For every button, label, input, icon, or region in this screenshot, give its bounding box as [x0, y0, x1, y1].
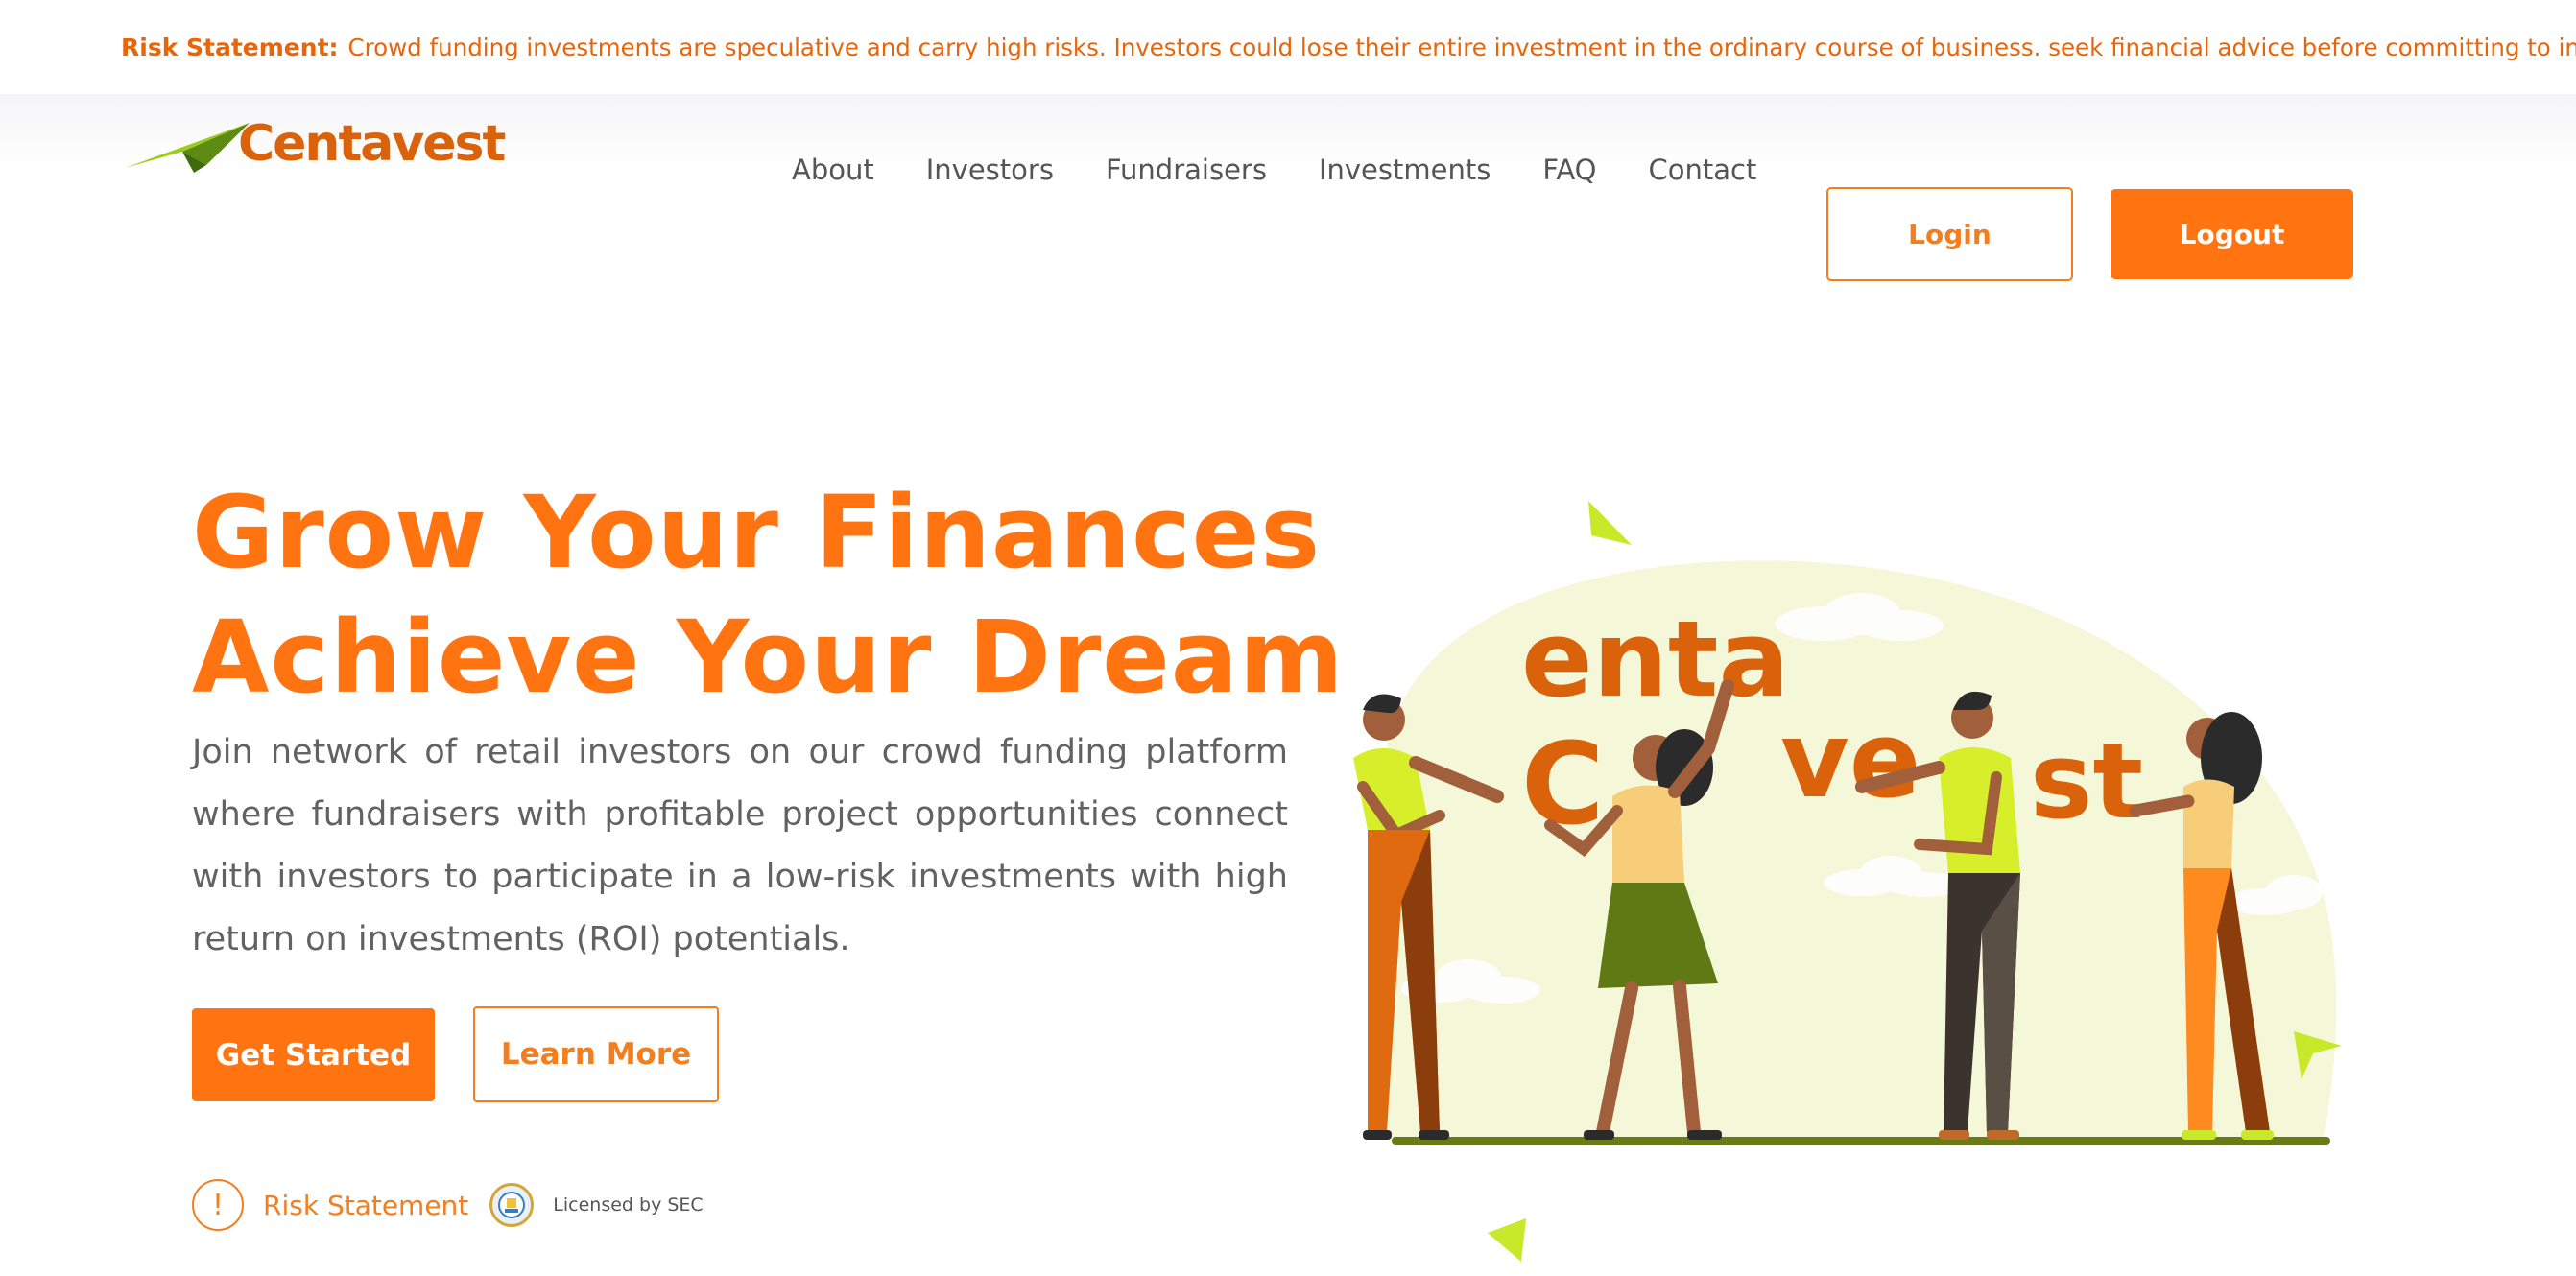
nav-fundraisers[interactable]: Fundraisers: [1106, 154, 1267, 186]
sec-seal-icon: [489, 1183, 535, 1227]
login-button[interactable]: Login: [1826, 187, 2073, 281]
risk-statement-link[interactable]: Risk Statement: [263, 1190, 468, 1221]
hero-title-line-1: Grow Your Finances: [192, 474, 1322, 591]
brand-logo[interactable]: Centavest: [125, 110, 506, 177]
get-started-button[interactable]: Get Started: [192, 1008, 435, 1101]
hero-title-line-2: Achieve Your Dream: [192, 599, 1345, 716]
brand-name: Centavest: [238, 115, 506, 173]
risk-statement-banner: Risk Statement: Crowd funding investment…: [0, 0, 2576, 94]
nav-investors[interactable]: Investors: [926, 154, 1054, 186]
main-nav: About Investors Fundraisers Investments …: [792, 154, 1808, 186]
learn-more-button[interactable]: Learn More: [473, 1006, 719, 1102]
risk-banner-text: Crowd funding investments are speculativ…: [347, 33, 2576, 61]
risk-and-license-row: ! Risk Statement Licensed by SEC: [192, 1178, 704, 1232]
illustration-letters-ve: ve: [1780, 698, 1920, 821]
people-holding-letters-illustration: enta C ve st: [1353, 501, 2342, 1262]
nav-investments[interactable]: Investments: [1319, 154, 1491, 186]
nav-faq[interactable]: FAQ: [1542, 154, 1596, 186]
nav-contact[interactable]: Contact: [1649, 154, 1757, 186]
risk-banner-label: Risk Statement:: [121, 33, 339, 61]
illustration-letters-enta: enta: [1521, 598, 1790, 721]
exclamation-icon[interactable]: !: [192, 1179, 244, 1231]
license-text: Licensed by SEC: [553, 1194, 704, 1216]
logout-button[interactable]: Logout: [2111, 189, 2353, 279]
nav-about[interactable]: About: [792, 154, 874, 186]
hero-title: Grow Your Finances Achieve Your Dream: [192, 470, 1344, 720]
hero-description: Join network of retail investors on our …: [192, 733, 1288, 958]
illustration-letters-st: st: [2030, 720, 2143, 842]
hero-illustration: enta C ve st: [1324, 480, 2380, 1276]
